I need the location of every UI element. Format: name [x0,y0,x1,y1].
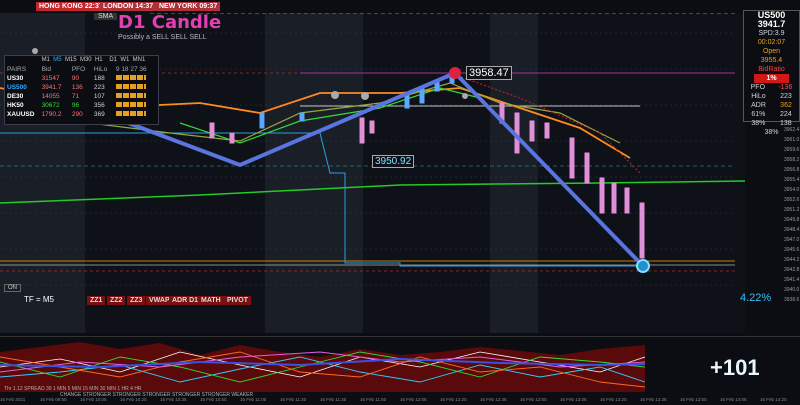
price-level: 3947.0 [784,237,800,243]
tab-pivot[interactable]: PIVOT [224,296,252,305]
time-tick: 16 Feb 12:05 [400,397,427,402]
price-level: 3961.0 [784,137,800,143]
price-level: 3941.4 [784,277,800,283]
time-tick: 16 Feb 10:50 [200,397,227,402]
time-tick: 16 Feb 14:20 [760,397,787,402]
bidratio-value: 1% [754,74,789,83]
time-tick: 16 Feb 11:35 [320,397,347,402]
timeframe-label: TF = M5 [24,295,55,304]
time-tick: 16 Feb 11:20 [280,397,307,402]
session-london: LONDON 14:37 [100,2,157,11]
time-tick: 16 Feb 10:20 [120,397,147,402]
open-value: 3955.4 [760,57,783,64]
on-toggle[interactable]: ON [4,284,21,292]
time-tick: 16 Feb 09:50 [40,397,67,402]
zigzag-low-label: 3950.92 [372,155,415,168]
time-tick: 16 Feb 13:20 [600,397,627,402]
price-level: 3944.2 [784,257,800,263]
pair-row[interactable]: DE30 14055 71 107 [5,92,158,101]
time-tick: 16 Feb 11:05 [240,397,267,402]
price-level: 3954.0 [784,187,800,193]
bidratio-label: BidRatio [758,66,785,73]
zigzag-high-label: 3958.47 [466,66,512,80]
session-hongkong: HONG KONG 22:37 [36,2,106,11]
pairs-table: M1 M5 M15 M30 H1 D1 W1 MN1 PAIRS Bid PFO Hi… [4,55,159,125]
candles [209,102,645,259]
price-level: 3951.2 [784,207,800,213]
time-tick: 16 Feb 2021 [0,397,26,402]
price-level: 3956.8 [784,167,800,173]
price-level: 3945.6 [784,247,800,253]
oscillator-svg [0,342,646,392]
price-level: 3940.0 [784,287,800,293]
time-tick: 16 Feb 13:50 [680,397,707,402]
time-tick: 16 Feb 10:05 [80,397,107,402]
time-tick: 16 Feb 14:05 [720,397,747,402]
brand-logo: D1 Candle [118,12,222,33]
symbol-info-panel: US500 3941.7 SPD:3.9 00:02:07 Open 3955.… [743,10,800,136]
time-tick: 16 Feb 10:35 [160,397,187,402]
candle-timer: 00:02:07 [757,39,786,46]
price-level: 3938.6 [784,297,800,303]
price-level: 3958.2 [784,157,800,163]
time-axis: 16 Feb 2021 16 Feb 09:50 16 Feb 10:05 16 Fe… [0,397,800,405]
time-tick: 16 Feb 12:20 [440,397,467,402]
time-tick: 16 Feb 13:05 [560,397,587,402]
pair-row[interactable]: XAUUSD 1790.2 290 369 [5,110,158,119]
spread-value: SPD:3.9 [758,30,785,37]
pair-row[interactable]: HK50 30672 96 356 [5,101,158,110]
score-readout: +101 [710,355,760,380]
sma-badge[interactable]: SMA [94,13,118,20]
time-tick: 16 Feb 12:50 [520,397,547,402]
price-level: 3955.4 [784,177,800,183]
tab-math[interactable]: MATH [198,296,224,305]
price-level: 3959.6 [784,147,800,153]
price-level: 3942.8 [784,267,800,273]
price-level: 3962.4 [784,127,800,133]
tab-zz1[interactable]: ZZ1 [87,296,106,305]
time-tick: 16 Feb 12:35 [480,397,507,402]
percent-readout: 4.22% [740,292,772,304]
session-newyork: NEW YORK 09:37 [156,2,221,11]
price-level: 3952.6 [784,197,800,203]
pair-row[interactable]: US500 3941.7 136 223 [5,83,158,92]
tab-zz3[interactable]: ZZ3 [127,296,146,305]
open-label: Open [762,48,781,55]
price-scale: 3962.4 3961.0 3959.6 3958.2 3956.8 3955.4 3954… [784,125,800,305]
symbol-price: 3941.7 [757,19,786,29]
price-level: 3949.8 [784,217,800,223]
brand-slogan: Possibly a SELL SELL SELL [118,34,207,41]
time-tick: 16 Feb 11:50 [360,397,387,402]
time-tick: 16 Feb 13:35 [640,397,667,402]
price-level: 3948.4 [784,227,800,233]
tab-zz2[interactable]: ZZ2 [107,296,126,305]
tab-adr-d1[interactable]: ADR D1 [169,296,202,305]
pair-row[interactable]: US30 31547 90 188 [5,74,158,83]
oscillator-panel[interactable]: Thr 1.12 SPREAD 39 1 MIN 5 MIN 15 MIN 30… [0,336,800,405]
